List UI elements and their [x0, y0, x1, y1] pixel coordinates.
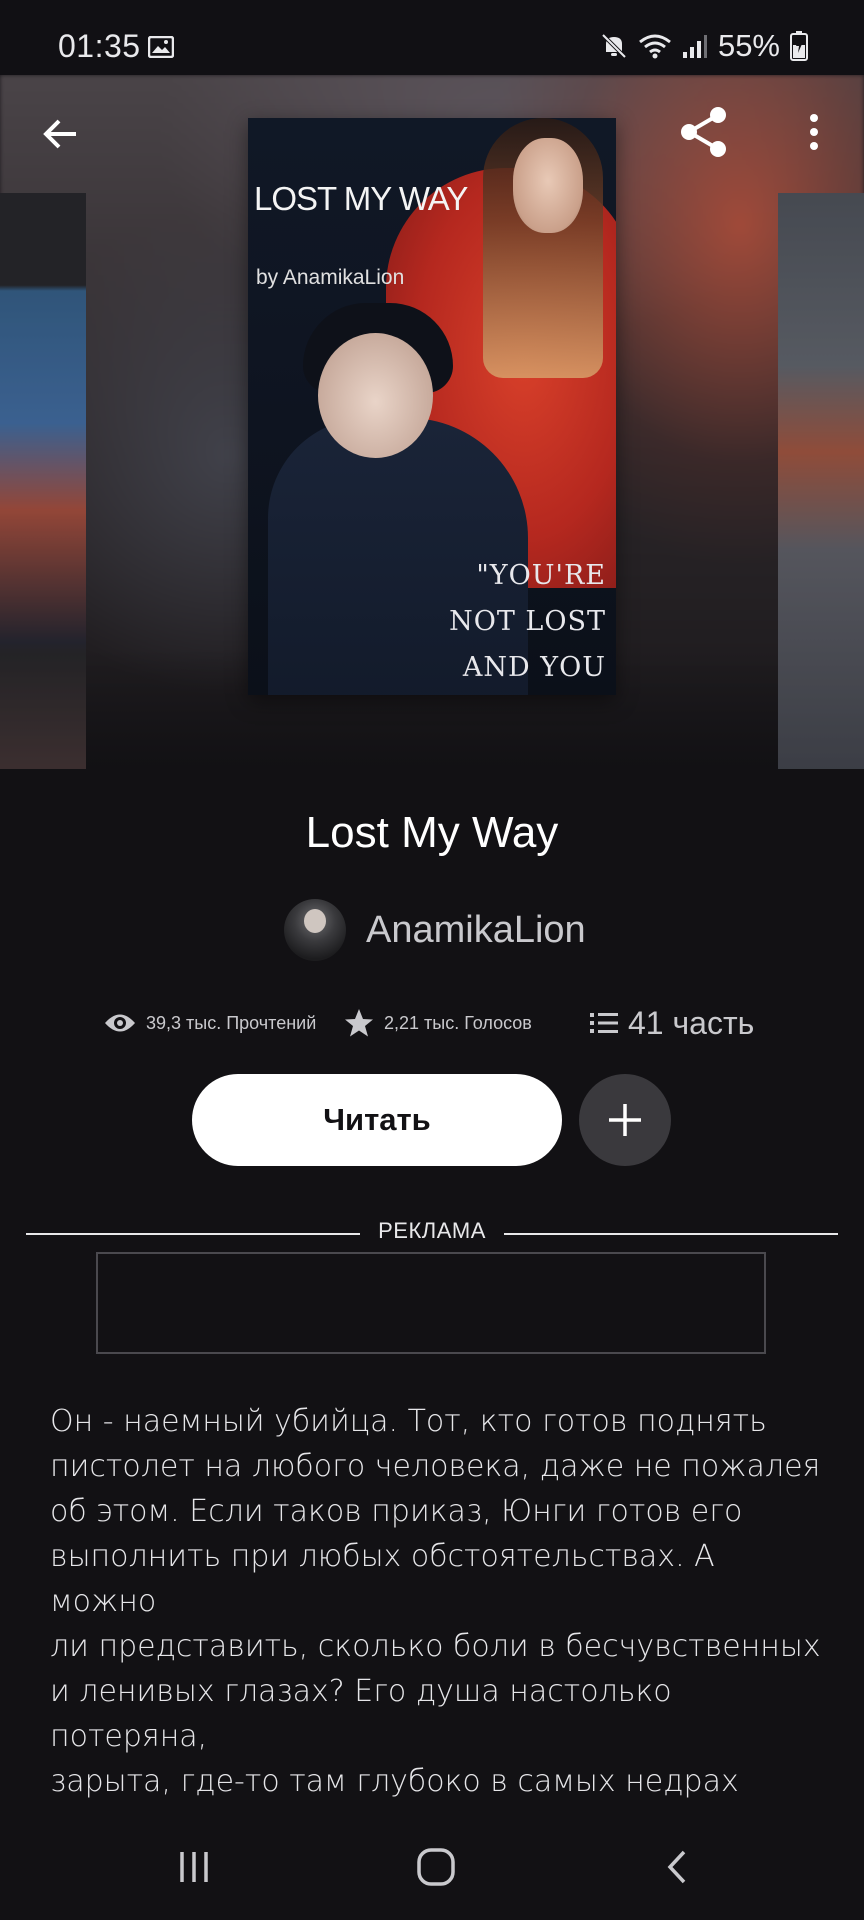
list-icon — [590, 1013, 618, 1033]
status-time: 01:35 — [58, 28, 141, 64]
author-avatar[interactable] — [284, 899, 346, 961]
reads-count: 39,3 тыс. Прочтений — [146, 1012, 317, 1033]
cover-byline: by AnamikaLion — [256, 266, 405, 289]
plus-icon — [609, 1104, 641, 1136]
read-button[interactable]: Читать — [192, 1074, 562, 1166]
signal-icon — [682, 35, 707, 58]
reads-stat: 39,3 тыс. Прочтений — [104, 998, 316, 1048]
status-icons: 55% — [600, 28, 808, 64]
ad-banner[interactable] — [96, 1252, 766, 1354]
story-details-screen: 01:35 55% LOST MY WAY by AnamikaLion "YO… — [0, 0, 864, 1920]
cover-quote: "YOU'RE NOT LOST AND YOU DON'T NEED TO S… — [449, 560, 606, 683]
votes-stat: 2,21 тыс. Голосов — [344, 998, 532, 1048]
ad-divider: РЕКЛАМА — [26, 1216, 838, 1252]
cover-title-text: LOST MY WAY — [254, 180, 468, 217]
story-cover[interactable]: LOST MY WAY by AnamikaLion "YOU'RE NOT L… — [248, 118, 616, 695]
author-link[interactable]: AnamikaLion — [284, 898, 586, 962]
parts-count[interactable]: 41 часть — [628, 1005, 754, 1042]
story-stats: 39,3 тыс. Прочтений 2,21 тыс. Голосов 41… — [0, 998, 864, 1048]
mute-icon — [601, 33, 627, 59]
home-icon[interactable] — [396, 1832, 476, 1902]
star-icon — [345, 1009, 373, 1037]
status-bar: 01:35 55% — [0, 0, 864, 75]
battery-icon — [790, 31, 808, 61]
eye-icon — [105, 1014, 135, 1032]
add-to-library-button[interactable] — [579, 1074, 671, 1166]
previous-story-cover[interactable] — [0, 193, 86, 769]
author-name[interactable]: AnamikaLion — [366, 909, 586, 952]
recents-icon[interactable] — [154, 1832, 234, 1902]
wifi-icon — [639, 34, 671, 59]
battery-percent: 55% — [717, 28, 780, 63]
parts-stat[interactable]: 41 часть — [590, 998, 754, 1048]
story-title: Lost My Way — [305, 808, 559, 857]
next-story-cover[interactable] — [778, 193, 864, 769]
system-nav-bar — [0, 1812, 864, 1920]
votes-count: 2,21 тыс. Голосов — [384, 1012, 532, 1033]
image-icon — [148, 36, 174, 58]
ad-label: РЕКЛАМА — [378, 1218, 486, 1243]
share-icon[interactable] — [676, 104, 732, 160]
back-arrow-icon[interactable] — [32, 106, 88, 162]
more-vert-icon[interactable] — [786, 104, 842, 160]
nav-back-icon[interactable] — [638, 1832, 718, 1902]
